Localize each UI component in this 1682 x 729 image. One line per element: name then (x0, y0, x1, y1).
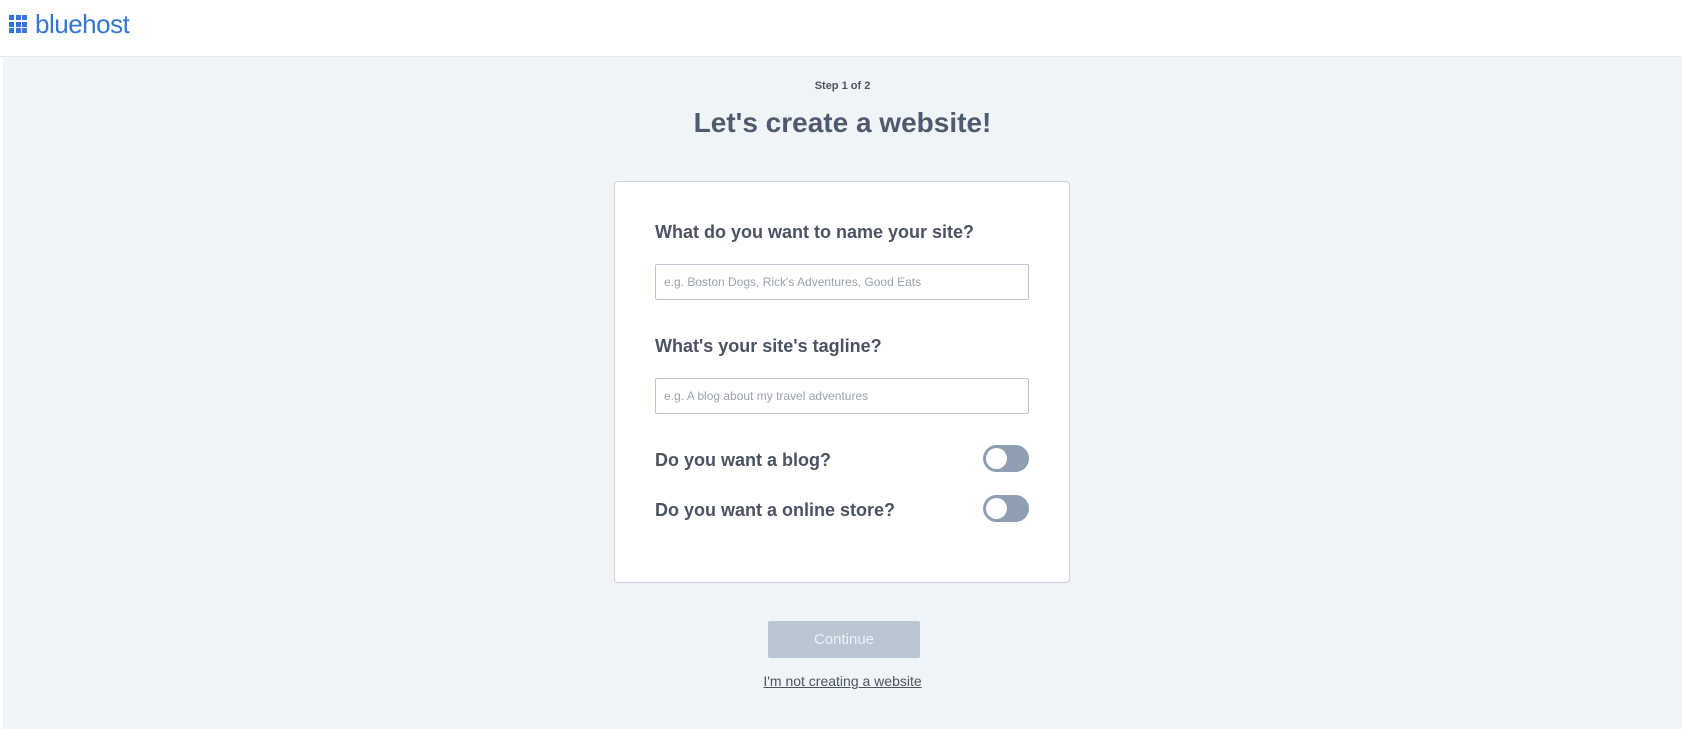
store-toggle-label: Do you want a online store? (655, 500, 896, 520)
grid-icon (9, 15, 27, 33)
toggle-knob (986, 448, 1007, 469)
store-toggle[interactable] (983, 495, 1029, 522)
page-title: Let's create a website! (693, 107, 992, 138)
site-setup-card: What do you want to name your site? What… (614, 181, 1070, 583)
tagline-input[interactable] (655, 378, 1029, 414)
continue-button[interactable]: Continue (768, 621, 920, 658)
top-bar: bluehost (0, 0, 1682, 57)
site-name-input[interactable] (655, 264, 1029, 300)
blog-toggle[interactable] (983, 445, 1029, 472)
tagline-label: What's your site's tagline? (655, 336, 882, 356)
skip-website-link[interactable]: I'm not creating a website (3, 673, 1682, 689)
brand-name: bluehost (35, 9, 130, 39)
main-content: Step 1 of 2 Let's create a website! What… (3, 57, 1682, 729)
brand-logo[interactable]: bluehost (9, 9, 130, 39)
blog-toggle-label: Do you want a blog? (655, 450, 831, 470)
step-indicator: Step 1 of 2 (814, 80, 871, 92)
site-name-label: What do you want to name your site? (655, 222, 975, 242)
toggle-knob (986, 498, 1007, 519)
